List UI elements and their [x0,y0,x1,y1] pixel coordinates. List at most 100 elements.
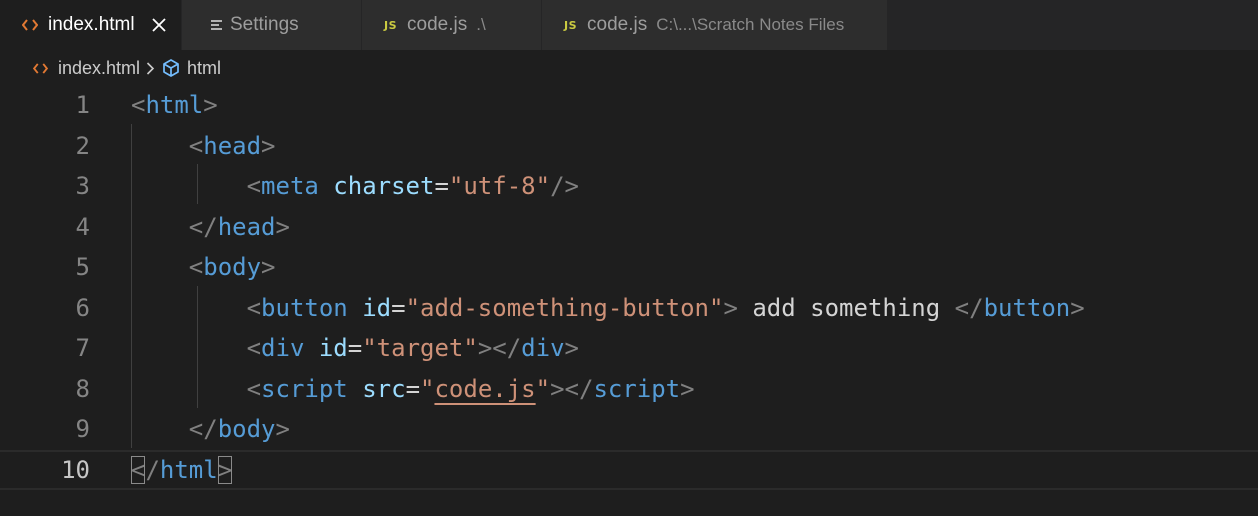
code-line[interactable]: 7 <div id="target"></div> [0,328,1258,369]
code-token: src [362,374,406,403]
line-number: 1 [75,91,90,120]
code-token: body [217,415,276,444]
js-file-icon: JS [384,18,398,32]
code-token: < [246,334,262,363]
code-token: charset [333,172,435,201]
code-token: > [680,374,695,403]
code-token: > [261,131,276,160]
code-text: <body> [131,253,276,281]
code-text: <meta charset="utf-8"/> [131,172,579,200]
breadcrumb-file-label: index.html [58,57,141,78]
code-token: button [983,293,1071,322]
chevron-right-icon [146,61,155,75]
code-token: = [391,293,406,322]
tab-label: code.js [407,14,468,35]
code-token: > [203,91,218,120]
code-text: </body> [131,415,290,443]
code-line[interactable]: 1 <html> [0,85,1258,126]
code-token: "target" [362,334,478,363]
code-line[interactable]: 9 </body> [0,409,1258,450]
code-token: > [1070,293,1085,322]
code-line[interactable]: 4 </head> [0,207,1258,248]
code-token: < [188,131,204,160]
code-line[interactable]: 3 <meta charset="utf-8"/> [0,166,1258,207]
code-token: /> [550,172,579,201]
code-token: body [203,253,262,282]
code-line[interactable]: 2 <head> [0,126,1258,167]
line-number: 3 [75,172,90,201]
code-token: / [145,455,160,484]
code-token: " [420,374,435,403]
line-number: 9 [75,415,90,444]
code-token: > [217,455,233,484]
code-token: </ [188,415,218,444]
code-token: id [362,293,392,322]
code-token: < [188,253,204,282]
code-token: > [261,253,276,282]
tab-settings[interactable]: Settings [182,0,362,50]
code-token: ></ [477,334,522,363]
tab-index-html[interactable]: index.html [0,0,182,50]
code-token: < [246,374,262,403]
code-token: button [261,293,348,322]
code-token: html [159,455,218,484]
code-token: = [405,374,421,403]
code-text: <head> [131,132,276,160]
code-text: <script src="code.js"></script> [131,375,695,403]
breadcrumb-symbol[interactable]: html [161,58,221,79]
line-number: 7 [75,334,90,363]
tab-label: Settings [230,14,299,35]
code-token: head [203,131,262,160]
code-token: = [434,172,449,201]
code-line[interactable]: 8 <script src="code.js"></script> [0,369,1258,410]
settings-lines-icon [208,19,226,32]
tab-bar: index.html Settings JS code.js .\ JS cod… [0,0,1258,50]
breadcrumb-file[interactable]: index.html [33,58,140,79]
code-token: > [564,334,579,363]
code-text: <div id="target"></div> [131,334,579,362]
code-line[interactable]: 5 <body> [0,247,1258,288]
code-token: id [318,334,348,363]
code-token: div [261,334,305,363]
breadcrumb: index.html html [0,50,1258,86]
line-number: 4 [75,212,90,241]
code-token: head [217,212,276,241]
code-token: > [275,212,290,241]
code-editor[interactable]: 1 <html> 2 <head> 3 <meta charset="utf-8"/>… [0,86,1258,516]
code-token: script [261,374,348,403]
code-line[interactable]: 6 <button id="add-something-button"> add… [0,288,1258,329]
line-number: 2 [75,131,90,160]
tab-code-js-scratch[interactable]: JS code.js C:\...\Scratch Notes Files [542,0,888,50]
code-text: </html> [131,455,233,484]
js-file-icon: JS [564,18,578,32]
code-token: "add-something-button" [405,293,724,322]
tab-code-js-local[interactable]: JS code.js .\ [362,0,542,50]
line-number: 10 [61,455,90,484]
close-icon[interactable] [149,15,169,35]
code-token: > [275,415,290,444]
html-code-icon [33,62,48,74]
tab-label: code.js [587,14,648,35]
code-text: <html> [131,91,218,119]
code-token: "utf-8" [448,172,551,201]
code-token: ></ [550,374,594,403]
line-number: 5 [75,253,90,282]
code-line[interactable]: 10 </html> [0,449,1258,490]
code-token: " [535,374,551,403]
code-text: <button id="add-something-button"> add s… [131,294,1085,322]
code-token: html [145,91,204,120]
code-token: < [131,91,146,120]
code-token: </ [188,212,218,241]
line-number: 6 [75,293,90,322]
code-token: < [246,172,262,201]
code-token: script [593,374,681,403]
